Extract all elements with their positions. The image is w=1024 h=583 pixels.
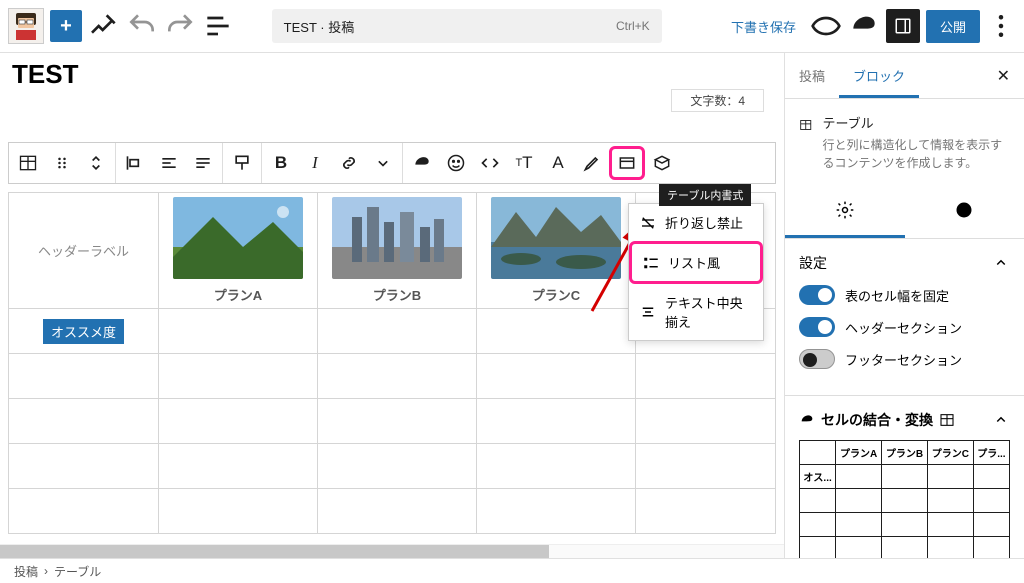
block-info: テーブル 行と列に構造化して情報を表示するコンテンツを作成します。 — [785, 99, 1024, 182]
emoji-icon[interactable] — [439, 143, 473, 183]
highlight-icon[interactable] — [575, 143, 609, 183]
horizontal-scrollbar[interactable] — [0, 544, 784, 558]
row-edit-icon[interactable] — [186, 143, 220, 183]
chevron-up-icon — [992, 411, 1010, 429]
document-outline-icon[interactable] — [202, 10, 234, 42]
panel-merge-header[interactable]: セルの結合・変換 — [799, 410, 1010, 430]
save-draft-button[interactable]: 下書き保存 — [731, 17, 796, 36]
post-title[interactable]: TEST — [0, 53, 784, 94]
top-toolbar: + TEST · 投稿 Ctrl+K 下書き保存 公開 — [0, 0, 1024, 53]
tab-settings-icon[interactable] — [785, 190, 905, 238]
block-description: 行と列に構造化して情報を表示するコンテンツを作成します。 — [822, 136, 1010, 172]
character-count: 文字数：4 — [671, 89, 764, 112]
document-title-bar[interactable]: TEST · 投稿 Ctrl+K — [272, 9, 662, 43]
publish-button[interactable]: 公開 — [926, 10, 980, 43]
align-left-icon[interactable] — [118, 143, 152, 183]
undo-icon[interactable] — [126, 10, 158, 42]
plan-a-label: プランA — [214, 285, 262, 304]
toggle-fixed-width[interactable]: 表のセル幅を固定 — [799, 285, 1010, 305]
tab-styles-icon[interactable] — [905, 190, 1024, 238]
dropdown-title: テーブル内書式 — [659, 184, 751, 206]
column-align-icon[interactable] — [152, 143, 186, 183]
tab-block[interactable]: ブロック — [839, 53, 919, 98]
chevron-up-icon — [992, 254, 1010, 272]
tab-post[interactable]: 投稿 — [785, 53, 839, 98]
settings-sidebar: 投稿 ブロック ✕ テーブル 行と列に構造化して情報を表示するコンテンツを作成し… — [784, 53, 1024, 558]
chevron-down-icon[interactable] — [366, 143, 400, 183]
plan-c-label: プランC — [532, 285, 580, 304]
text-color-icon[interactable]: A — [541, 143, 575, 183]
swell-icon[interactable] — [405, 143, 439, 183]
shortcut-hint: Ctrl+K — [616, 19, 650, 33]
breadcrumb-table[interactable]: テーブル — [54, 563, 101, 580]
editor-canvas: TEST 文字数：4 B I — [0, 53, 784, 558]
redo-icon[interactable] — [164, 10, 196, 42]
move-updown-icon[interactable] — [79, 143, 113, 183]
row-osusume-label[interactable]: オススメ度 — [43, 319, 124, 344]
cell-format-dropdown: テーブル内書式 折り返し禁止 リスト風 テキスト中央揃え — [628, 203, 764, 341]
code-icon[interactable] — [473, 143, 507, 183]
cell-format-icon[interactable] — [609, 146, 645, 180]
table-block-icon[interactable] — [11, 143, 45, 183]
plan-b-label: プランB — [373, 285, 421, 304]
breadcrumb-footer: 投稿 › テーブル — [0, 558, 1024, 583]
bg-color-icon[interactable] — [645, 143, 679, 183]
bold-icon[interactable]: B — [264, 143, 298, 183]
format-icon[interactable] — [225, 143, 259, 183]
swell-icon-small — [799, 412, 815, 428]
toggle-footer-section[interactable]: フッターセクション — [799, 349, 1010, 369]
header-label-placeholder[interactable]: ヘッダーラベル — [38, 244, 129, 259]
edit-mode-icon[interactable] — [88, 10, 120, 42]
plan-a-image — [173, 197, 303, 279]
mini-preview-table[interactable]: プランA プランB プランC プラ... オス... — [799, 440, 1010, 558]
link-icon[interactable] — [332, 143, 366, 183]
breadcrumb-post[interactable]: 投稿 — [14, 563, 38, 580]
fontsize-icon[interactable]: TT — [507, 143, 541, 183]
dropdown-item-list[interactable]: リスト風 — [629, 241, 763, 284]
table-block-icon-sidebar — [799, 113, 812, 137]
block-toolbar: B I TT A — [8, 142, 776, 184]
drag-handle-icon[interactable] — [45, 143, 79, 183]
dropdown-item-nowrap[interactable]: 折り返し禁止 — [629, 204, 763, 241]
block-name: テーブル — [822, 113, 1010, 132]
dropdown-item-center[interactable]: テキスト中央揃え — [629, 284, 763, 340]
table-icon-small — [939, 412, 955, 428]
user-avatar[interactable] — [8, 8, 44, 44]
toggle-header-section[interactable]: ヘッダーセクション — [799, 317, 1010, 337]
view-icon[interactable] — [810, 10, 842, 42]
sidebar-tabs: 投稿 ブロック ✕ — [785, 53, 1024, 99]
panel-settings-header[interactable]: 設定 — [799, 253, 1010, 273]
sidebar-mode-tabs — [785, 190, 1024, 239]
add-block-button[interactable]: + — [50, 10, 82, 42]
italic-icon[interactable]: I — [298, 143, 332, 183]
close-sidebar-icon[interactable]: ✕ — [983, 53, 1024, 98]
settings-toggle-button[interactable] — [886, 9, 920, 43]
breadcrumb-separator: › — [44, 564, 48, 578]
more-menu-icon[interactable] — [986, 11, 1016, 41]
plugin-icon[interactable] — [848, 10, 880, 42]
plan-b-image — [332, 197, 462, 279]
